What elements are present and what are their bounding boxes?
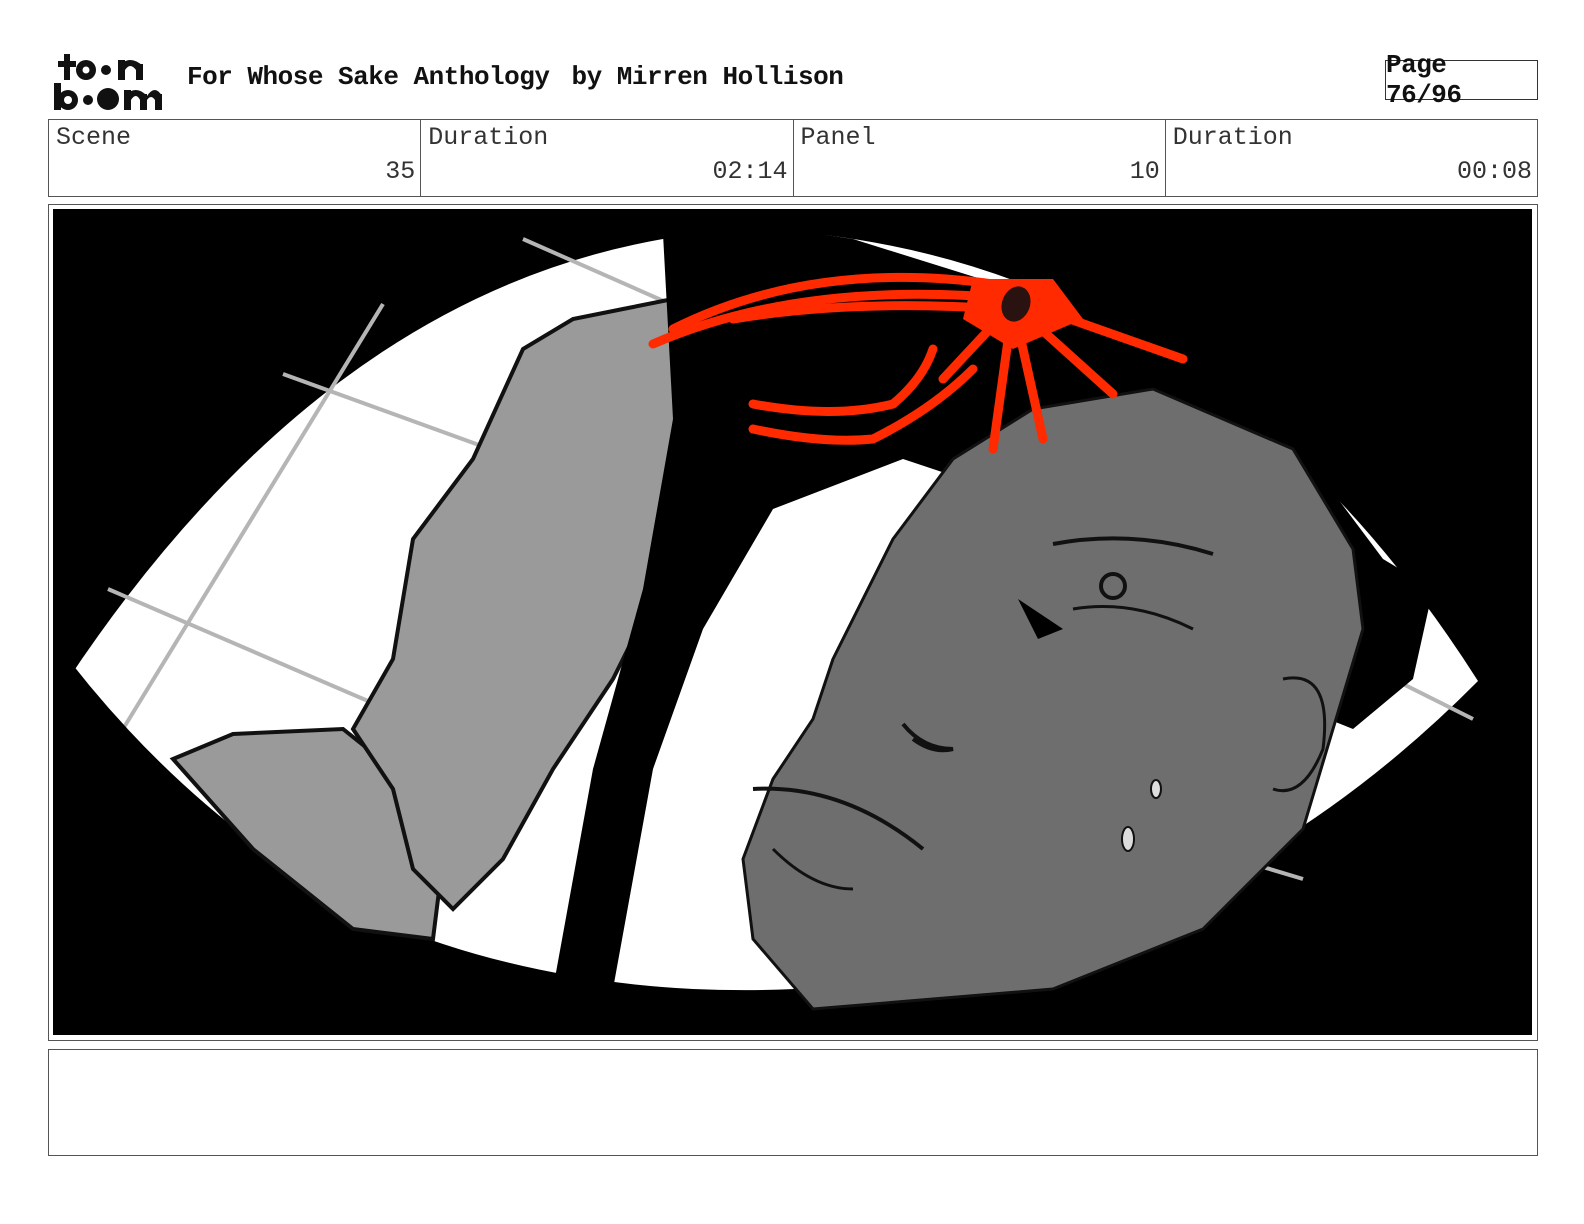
panel-duration-value: 00:08 (1456, 157, 1532, 186)
panel-illustration (53, 209, 1532, 1035)
scene-cell: Scene 35 (49, 120, 422, 196)
project-title: For Whose Sake Anthology by Mirren Hollis… (187, 62, 844, 92)
scene-label: Scene (56, 123, 132, 152)
scene-duration-cell: Duration 02:14 (421, 120, 794, 196)
scene-duration-label: Duration (428, 123, 549, 152)
page-indicator: Page 76/96 (1385, 50, 1538, 110)
panel-notes-box (48, 1049, 1538, 1156)
panel-duration-cell: Duration 00:08 (1166, 120, 1537, 196)
toon-boom-logo (52, 52, 164, 112)
panel-cell: Panel 10 (794, 120, 1166, 196)
scene-value: 35 (385, 157, 416, 186)
title-text: For Whose Sake Anthology (187, 62, 550, 92)
panel-value: 10 (1129, 157, 1160, 186)
scene-info-row: Scene 35 Duration 02:14 Panel 10 Duratio… (48, 119, 1538, 197)
author-text: by Mirren Hollison (571, 62, 844, 92)
panel-duration-label: Duration (1172, 123, 1293, 152)
storyboard-panel-frame (48, 204, 1538, 1041)
scene-duration-value: 02:14 (712, 157, 788, 186)
storyboard-panel-image (53, 209, 1532, 1035)
panel-label: Panel (800, 123, 876, 152)
